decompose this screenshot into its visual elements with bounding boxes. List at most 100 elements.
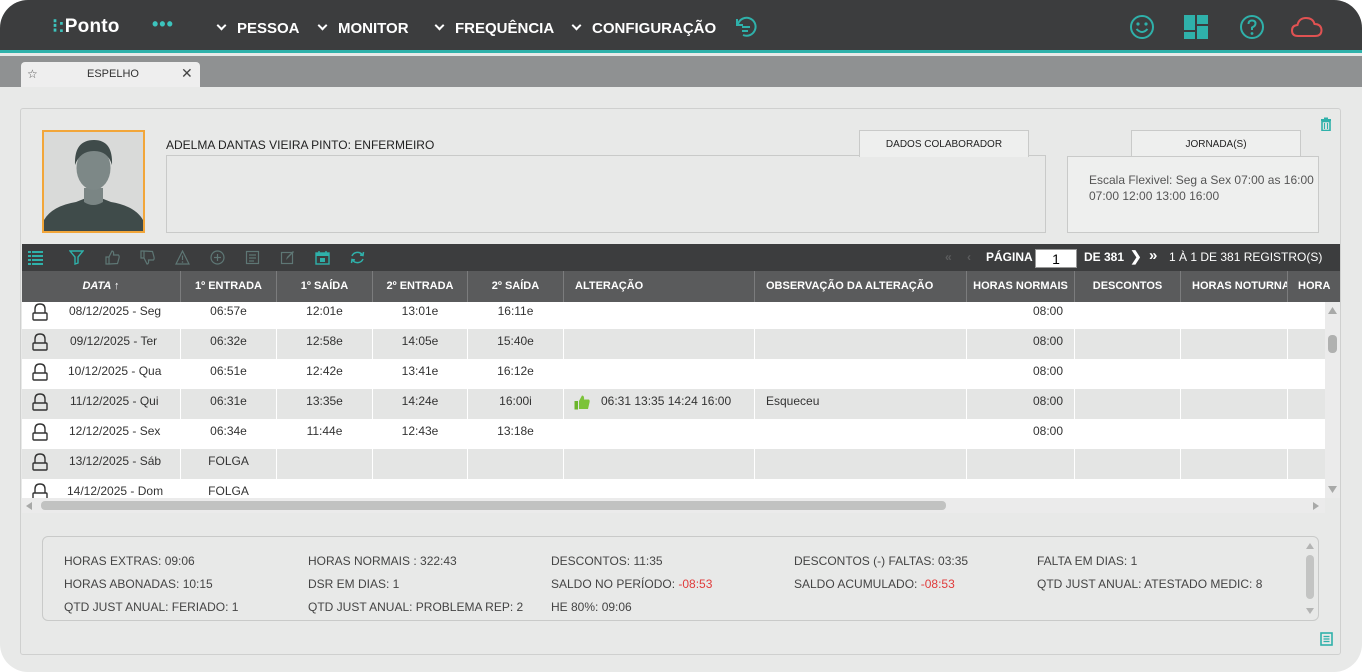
cell-alteracao — [564, 329, 755, 359]
column-header-entrada-1[interactable]: 1º ENTRADA — [181, 271, 277, 302]
list-icon[interactable] — [28, 250, 43, 265]
column-header-hora[interactable]: HORA — [1288, 271, 1340, 302]
lock-icon[interactable] — [31, 449, 49, 479]
table-row[interactable]: 14/12/2025 - Dom FOLGA — [22, 479, 1325, 498]
column-header-observacao[interactable]: OBSERVAÇÃO DA ALTERAÇÃO — [755, 271, 967, 302]
menu-monitor[interactable]: MONITOR — [317, 18, 409, 38]
column-header-horas-normais[interactable]: HORAS NORMAIS — [967, 271, 1075, 302]
edit-icon[interactable] — [280, 250, 295, 265]
cell-horas-noturna — [1181, 479, 1288, 498]
cell-observacao — [755, 302, 967, 329]
summary-scrollbar[interactable] — [1305, 541, 1315, 617]
cell-date: 08/12/2025 - Seg — [62, 302, 181, 329]
grid-horizontal-scrollbar[interactable] — [22, 498, 1325, 513]
dashboard-icon[interactable] — [1182, 13, 1210, 41]
cell-entrada-1: 06:34e — [181, 419, 277, 449]
cell-observacao — [755, 449, 967, 479]
employee-name: ADELMA DANTAS VIEIRA PINTO: ENFERMEIRO — [166, 138, 435, 152]
column-header-entrada-2[interactable]: 2º ENTRADA — [373, 271, 468, 302]
calendar-icon[interactable] — [315, 250, 330, 265]
cell-saida-2: 15:40e — [468, 329, 564, 359]
saldo-acumulado-label: SALDO ACUMULADO: — [794, 577, 918, 591]
thumbs-up-icon[interactable] — [105, 250, 120, 265]
report-icon[interactable] — [1320, 632, 1333, 646]
tab-espelho[interactable]: ☆ ESPELHO ✕ — [21, 62, 200, 87]
scroll-up-icon[interactable] — [1328, 307, 1337, 314]
scroll-down-icon[interactable] — [1328, 486, 1337, 493]
table-row[interactable]: 12/12/2025 - Sex 06:34e 11:44e 12:43e 13… — [22, 419, 1325, 449]
column-header-descontos[interactable]: DESCONTOS — [1075, 271, 1181, 302]
tab-jornada[interactable]: JORNADA(S) — [1131, 130, 1301, 157]
menu-pessoa[interactable]: PESSOA — [216, 18, 300, 38]
vertical-scroll-thumb[interactable] — [1328, 335, 1337, 353]
grid-vertical-scrollbar[interactable] — [1325, 302, 1340, 498]
table-row[interactable]: 10/12/2025 - Qua 06:51e 12:42e 13:41e 16… — [22, 359, 1325, 389]
column-header-alteracao[interactable]: ALTERAÇÃO — [564, 271, 755, 302]
summary-scroll-thumb[interactable] — [1306, 555, 1314, 599]
table-row[interactable]: 13/12/2025 - Sáb FOLGA — [22, 449, 1325, 479]
menu-configuracao[interactable]: CONFIGURAÇÃO — [571, 18, 716, 38]
refresh-icon[interactable] — [350, 250, 365, 265]
add-circle-icon[interactable] — [210, 250, 225, 265]
thumbs-down-icon[interactable] — [140, 250, 155, 265]
menu-frequencia-label: FREQUÊNCIA — [455, 19, 555, 37]
menu-frequencia[interactable]: FREQUÊNCIA — [434, 18, 555, 38]
summary-just-problema: QTD JUST ANUAL: PROBLEMA REP: 2 — [308, 600, 524, 614]
logo-mark-icon: ⁝: — [52, 16, 65, 37]
cell-entrada-2: 14:05e — [373, 329, 468, 359]
chevron-down-icon — [434, 20, 445, 31]
first-page-icon[interactable]: « — [945, 250, 952, 264]
close-icon[interactable]: ✕ — [181, 65, 193, 82]
warning-icon[interactable] — [175, 250, 190, 265]
page-number-input[interactable] — [1035, 249, 1077, 268]
lock-icon[interactable] — [31, 329, 49, 359]
tab-dados-colaborador[interactable]: DADOS COLABORADOR — [859, 130, 1029, 157]
document-icon[interactable] — [245, 250, 260, 265]
column-header-saida-1[interactable]: 1º SAÍDA — [277, 271, 373, 302]
scroll-left-icon[interactable] — [26, 502, 32, 510]
cloud-icon[interactable] — [1290, 13, 1324, 41]
cell-horas-noturna — [1181, 302, 1288, 329]
top-navbar: ⁝:Ponto ••• PESSOA MONITOR FREQUÊNCIA CO… — [0, 0, 1362, 53]
column-header-saida-2[interactable]: 2º SAÍDA — [468, 271, 564, 302]
lock-icon[interactable] — [31, 302, 49, 329]
cell-entrada-2 — [373, 479, 468, 498]
table-row[interactable]: 11/12/2025 - Qui 06:31e 13:35e 14:24e 16… — [22, 389, 1325, 419]
scroll-right-icon[interactable] — [1313, 502, 1319, 510]
cell-entrada-2: 13:01e — [373, 302, 468, 329]
table-row[interactable]: 09/12/2025 - Ter 06:32e 12:58e 14:05e 15… — [22, 329, 1325, 359]
menu-monitor-label: MONITOR — [338, 19, 409, 37]
scroll-down-icon[interactable] — [1306, 608, 1314, 614]
last-page-icon[interactable]: » — [1149, 247, 1157, 264]
smiley-icon[interactable] — [1128, 13, 1156, 41]
cell-horas-normais: 08:00 — [967, 302, 1075, 329]
lock-icon[interactable] — [31, 389, 49, 419]
lock-icon[interactable] — [31, 479, 49, 498]
cell-observacao — [755, 359, 967, 389]
grid-header: DATA ↑ 1º ENTRADA 1º SAÍDA 2º ENTRADA 2º… — [22, 271, 1340, 302]
summary-horas-extras: HORAS EXTRAS: 09:06 — [64, 554, 195, 568]
cell-entrada-2: 12:43e — [373, 419, 468, 449]
employee-info-box — [166, 155, 1046, 233]
app-logo[interactable]: ⁝:Ponto — [52, 15, 120, 38]
help-icon[interactable] — [1238, 13, 1266, 41]
lock-icon[interactable] — [31, 419, 49, 449]
next-page-icon[interactable]: ❯ — [1130, 248, 1142, 265]
filter-icon[interactable] — [69, 250, 84, 265]
previous-page-icon[interactable]: ‹ — [967, 250, 971, 264]
cell-date: 14/12/2025 - Dom — [62, 479, 181, 498]
history-icon[interactable] — [731, 13, 759, 41]
column-header-data[interactable]: DATA ↑ — [22, 271, 181, 302]
table-row[interactable]: 08/12/2025 - Seg 06:57e 12:01e 13:01e 16… — [22, 302, 1325, 329]
column-header-horas-noturna[interactable]: HORAS NOTURNA — [1181, 271, 1288, 302]
lock-icon[interactable] — [31, 359, 49, 389]
horizontal-scroll-thumb[interactable] — [41, 501, 946, 510]
trash-icon[interactable] — [1319, 117, 1333, 131]
cell-saida-2 — [468, 449, 564, 479]
cell-saida-2 — [468, 479, 564, 498]
more-menu-button[interactable]: ••• — [152, 14, 174, 35]
star-icon[interactable]: ☆ — [27, 67, 38, 81]
cell-alteracao — [564, 449, 755, 479]
scroll-up-icon[interactable] — [1306, 543, 1314, 549]
summary-just-feriado: QTD JUST ANUAL: FERIADO: 1 — [64, 600, 239, 614]
